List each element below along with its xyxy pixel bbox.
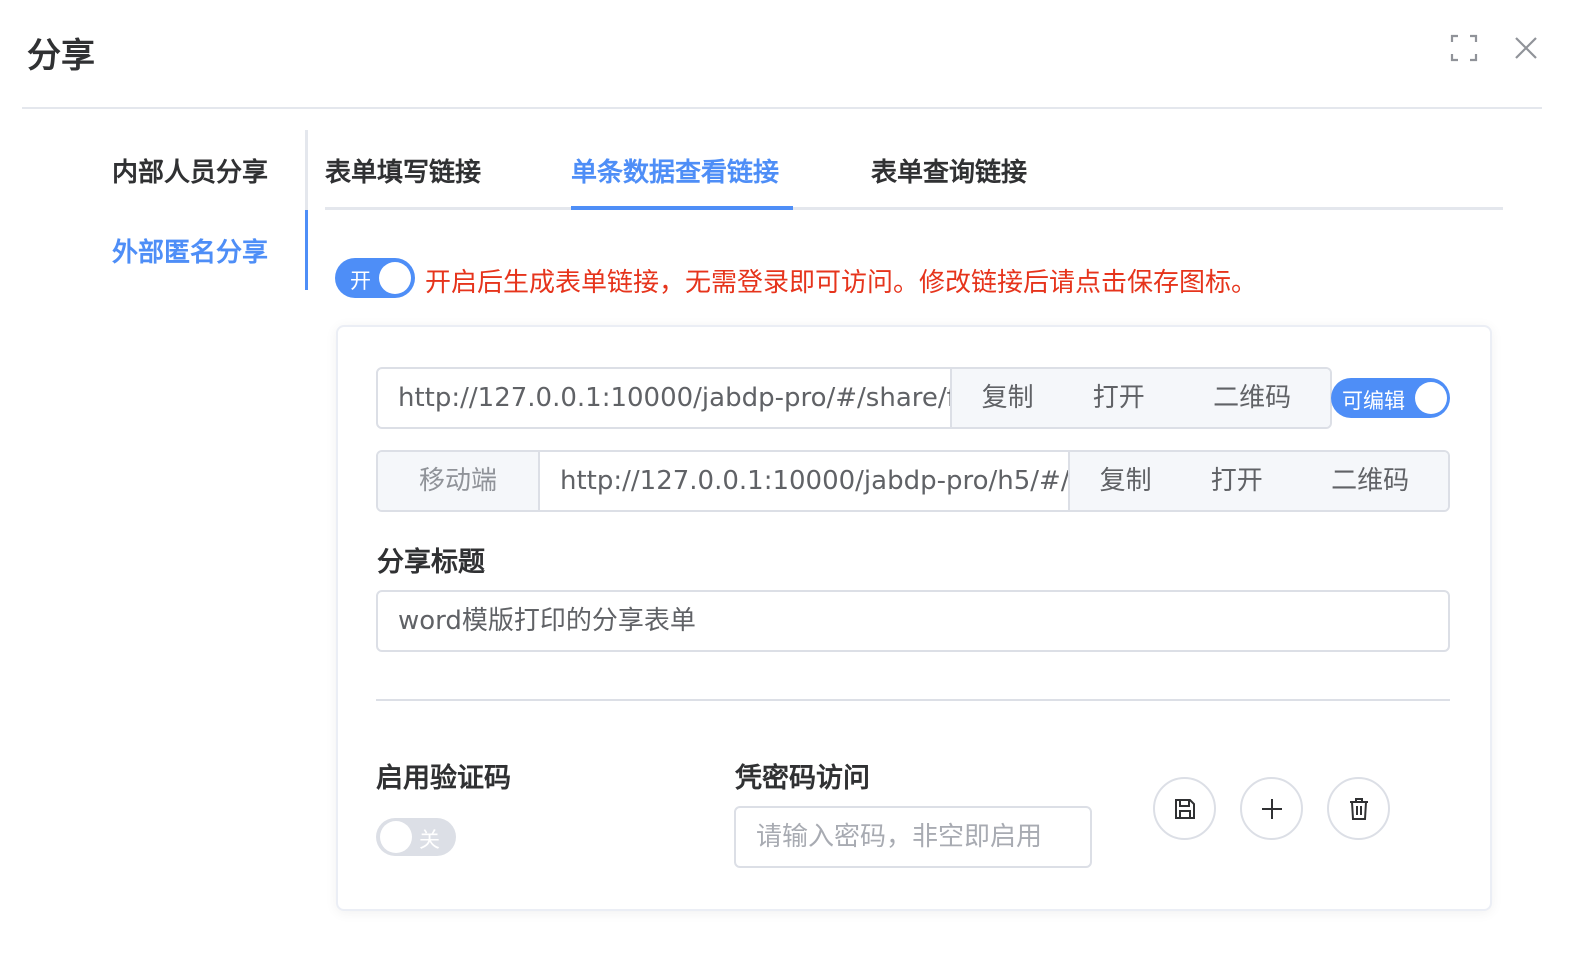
tab-active-indicator xyxy=(571,206,793,210)
switch-knob xyxy=(379,262,411,294)
password-input[interactable]: 请输入密码，非空即启用 xyxy=(734,806,1092,868)
password-label: 凭密码访问 xyxy=(735,763,870,794)
mobile-qrcode-button[interactable]: 二维码 xyxy=(1292,452,1448,510)
share-switch-label: 开 xyxy=(350,269,371,293)
pc-link-group: http://127.0.0.1:10000/jabdp-pro/#/share… xyxy=(376,367,1332,429)
plus-icon xyxy=(1261,798,1282,819)
header-divider xyxy=(22,107,1542,109)
tab-single-record-view-link[interactable]: 单条数据查看链接 xyxy=(571,152,779,189)
side-tab-internal-share[interactable]: 内部人员分享 xyxy=(112,152,268,189)
editable-switch[interactable]: 可编辑 xyxy=(1331,378,1450,418)
add-button[interactable] xyxy=(1240,777,1303,840)
card-divider xyxy=(376,699,1450,701)
mobile-open-button[interactable]: 打开 xyxy=(1181,452,1292,510)
share-title-label: 分享标题 xyxy=(377,547,485,578)
fullscreen-icon[interactable] xyxy=(1446,30,1482,66)
mobile-copy-button[interactable]: 复制 xyxy=(1070,452,1181,510)
save-icon xyxy=(1174,798,1195,819)
pc-qrcode-button[interactable]: 二维码 xyxy=(1174,369,1330,427)
captcha-switch-label: 关 xyxy=(419,828,440,852)
pc-open-button[interactable]: 打开 xyxy=(1063,369,1174,427)
tab-form-fill-link[interactable]: 表单填写链接 xyxy=(325,152,481,189)
share-notice: 开启后生成表单链接，无需登录即可访问。修改链接后请点击保存图标。 xyxy=(425,268,1258,298)
switch-knob xyxy=(380,821,412,853)
captcha-switch[interactable]: 关 xyxy=(376,818,456,856)
pc-link-actions: 复制 打开 二维码 xyxy=(950,369,1330,427)
tab-form-query-link[interactable]: 表单查询链接 xyxy=(871,152,1027,189)
save-button[interactable] xyxy=(1153,777,1216,840)
share-title-input[interactable]: word模版打印的分享表单 xyxy=(376,590,1450,652)
mobile-link-input[interactable]: http://127.0.0.1:10000/jabdp-pro/h5/#/s xyxy=(540,452,1068,510)
dialog-title: 分享 xyxy=(27,36,95,76)
side-tabs-active-bar xyxy=(305,210,308,290)
mobile-prefix: 移动端 xyxy=(378,452,540,510)
trash-icon xyxy=(1349,797,1368,820)
mobile-link-group: 移动端 http://127.0.0.1:10000/jabdp-pro/h5/… xyxy=(376,450,1450,512)
close-icon[interactable] xyxy=(1508,30,1544,66)
share-enable-switch[interactable]: 开 xyxy=(335,258,415,298)
side-tabs: 内部人员分享 外部匿名分享 xyxy=(60,130,308,290)
side-tab-external-anonymous-share[interactable]: 外部匿名分享 xyxy=(112,232,268,269)
editable-switch-label: 可编辑 xyxy=(1342,389,1405,413)
pc-copy-button[interactable]: 复制 xyxy=(952,369,1063,427)
tabs-baseline xyxy=(325,207,1503,210)
pc-link-input[interactable]: http://127.0.0.1:10000/jabdp-pro/#/share… xyxy=(378,369,950,427)
link-type-tabs: 表单填写链接 单条数据查看链接 表单查询链接 xyxy=(325,130,1503,210)
captcha-label: 启用验证码 xyxy=(376,763,511,794)
delete-button[interactable] xyxy=(1327,777,1390,840)
switch-knob xyxy=(1415,382,1447,414)
mobile-link-actions: 复制 打开 二维码 xyxy=(1068,452,1448,510)
